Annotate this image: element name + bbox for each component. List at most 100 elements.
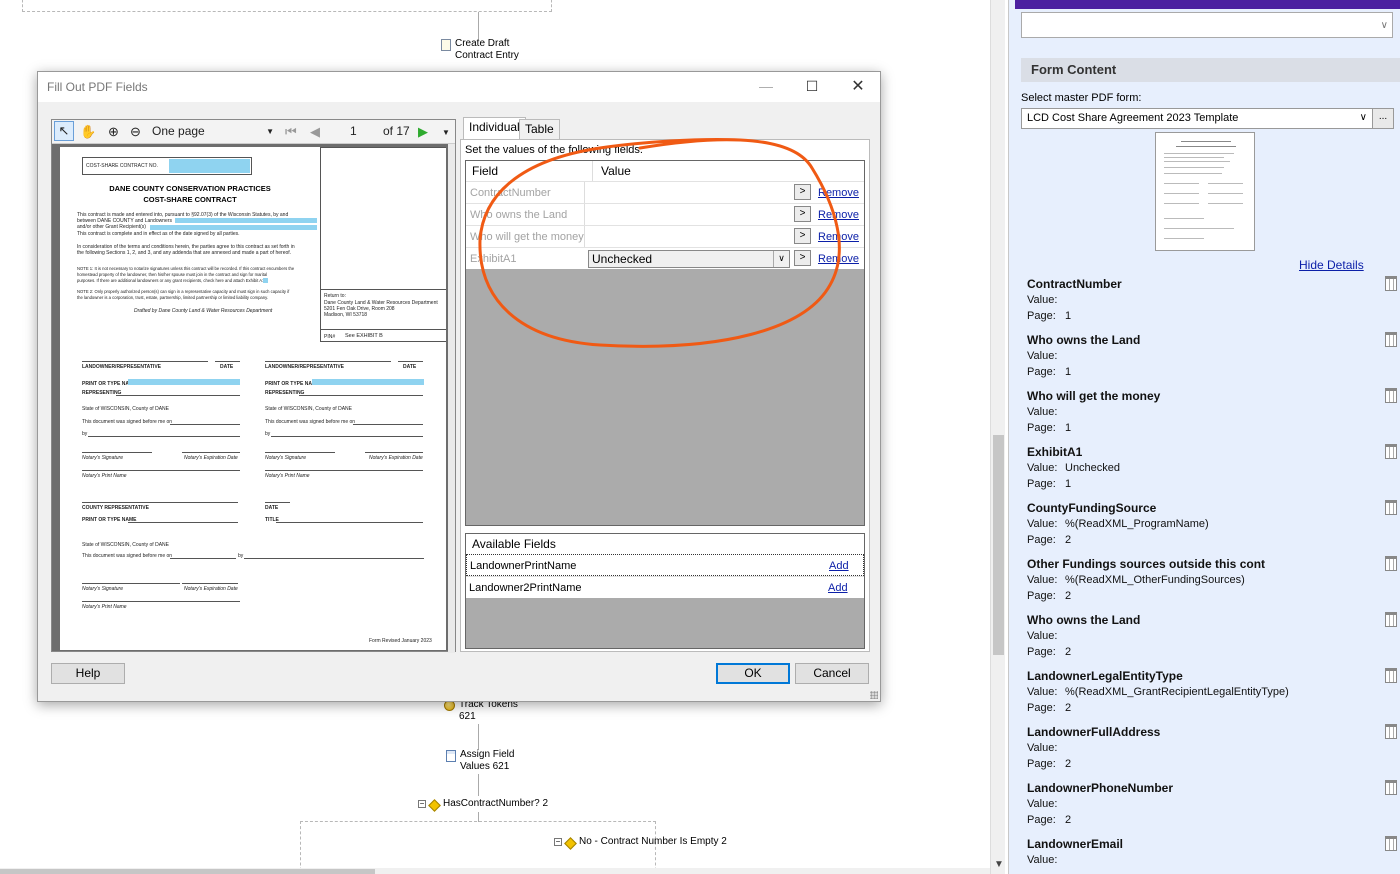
- form-field-entry[interactable]: LandownerPhoneNumber Value: Page: 2: [1027, 780, 1397, 828]
- pdf-field-print-name-2[interactable]: [312, 379, 424, 385]
- help-button[interactable]: Help: [51, 663, 125, 684]
- viewer-scrollbar[interactable]: [448, 144, 455, 653]
- expand-value-button[interactable]: >: [794, 184, 811, 200]
- browse-button[interactable]: ...: [1372, 108, 1394, 129]
- prev-page-icon[interactable]: ◀: [310, 124, 320, 140]
- workflow-node-assign-field[interactable]: Assign Field Values 621: [446, 749, 514, 773]
- workflow-node-has-contract[interactable]: − HasContractNumber? 2: [418, 798, 548, 812]
- grid-row[interactable]: Who owns the Land > Remove: [466, 203, 864, 225]
- pdf-thumbnail[interactable]: [1155, 132, 1255, 251]
- close-icon[interactable]: ✕: [835, 72, 881, 102]
- add-link[interactable]: Add: [829, 560, 849, 572]
- dialog-titlebar: Fill Out PDF Fields — ☐ ✕: [38, 72, 880, 102]
- trash-icon[interactable]: [1385, 556, 1397, 571]
- page-number-input[interactable]: 1: [350, 124, 357, 138]
- scrollbar-thumb[interactable]: [0, 869, 375, 874]
- trash-icon[interactable]: [1385, 724, 1397, 739]
- trash-icon[interactable]: [1385, 836, 1397, 851]
- tab-individual[interactable]: Individual: [463, 117, 526, 139]
- canvas-vertical-scrollbar[interactable]: ▼: [990, 0, 1005, 874]
- trash-icon[interactable]: [1385, 668, 1397, 683]
- minimize-icon[interactable]: —: [743, 72, 789, 102]
- pdf-lo-rep: LANDOWNER/REPRESENTATIVE: [82, 364, 161, 370]
- col-header-field[interactable]: Field: [472, 164, 498, 178]
- available-field-row[interactable]: Landowner2PrintName Add: [466, 576, 864, 598]
- remove-link[interactable]: Remove: [818, 209, 859, 221]
- form-field-entry[interactable]: Who owns the Land Value: Page: 2: [1027, 612, 1397, 660]
- pdf-checkbox-exhibit-a1[interactable]: [263, 278, 268, 283]
- pdf-field-contract-number[interactable]: [169, 159, 250, 173]
- form-field-name: LandownerFullAddress: [1027, 725, 1161, 739]
- pdf-field-print-name-1[interactable]: [128, 379, 240, 385]
- next-page-icon[interactable]: ▶: [418, 124, 428, 140]
- toolbar-overflow-icon[interactable]: ▼: [442, 128, 450, 137]
- grid-value-input[interactable]: [584, 182, 792, 203]
- pan-hand-icon[interactable]: ✋: [80, 124, 96, 140]
- available-fields-grid[interactable]: Available Fields LandownerPrintName Add …: [465, 533, 865, 649]
- connector: [478, 812, 479, 822]
- form-field-entry[interactable]: LandownerLegalEntityType Value: %(ReadXML_…: [1027, 668, 1397, 716]
- canvas-horizontal-scrollbar[interactable]: [0, 868, 990, 874]
- connector: [478, 724, 479, 750]
- pdf-field-grant-recipients[interactable]: [150, 225, 317, 230]
- available-field-row[interactable]: LandownerPrintName Add: [466, 554, 864, 576]
- trash-icon[interactable]: [1385, 444, 1397, 459]
- trash-icon[interactable]: [1385, 612, 1397, 627]
- collapse-toggle[interactable]: −: [418, 800, 426, 808]
- form-field-entry[interactable]: LandownerEmail Value:: [1027, 836, 1397, 868]
- expand-value-button[interactable]: >: [794, 228, 811, 244]
- hide-details-link[interactable]: Hide Details: [1299, 258, 1364, 272]
- zoom-out-icon[interactable]: ⊖: [130, 124, 141, 140]
- form-field-entry[interactable]: LandownerFullAddress Value: Page: 2: [1027, 724, 1397, 772]
- trash-icon[interactable]: [1385, 780, 1397, 795]
- pdf-field-landowners[interactable]: [175, 218, 317, 223]
- page-label: Page:: [1027, 422, 1056, 434]
- form-field-entry[interactable]: Who will get the money Value: Page: 1: [1027, 388, 1397, 436]
- workflow-node-no-contract[interactable]: − No - Contract Number Is Empty 2: [554, 836, 727, 850]
- trash-icon[interactable]: [1385, 388, 1397, 403]
- cancel-button[interactable]: Cancel: [795, 663, 869, 684]
- expand-value-button[interactable]: >: [794, 206, 811, 222]
- form-field-entry[interactable]: ExhibitA1 Value: Unchecked Page: 1: [1027, 444, 1397, 492]
- trash-icon[interactable]: [1385, 332, 1397, 347]
- form-field-entry[interactable]: ContractNumber Value: Page: 1: [1027, 276, 1397, 324]
- form-field-entry[interactable]: Who owns the Land Value: Page: 1: [1027, 332, 1397, 380]
- grid-value-input[interactable]: [584, 204, 792, 225]
- trash-icon[interactable]: [1385, 500, 1397, 515]
- first-page-icon[interactable]: ⏮: [285, 124, 297, 140]
- grid-row[interactable]: ContractNumber > Remove: [466, 181, 864, 203]
- col-header-value[interactable]: Value: [592, 161, 631, 181]
- workflow-node-track-tokens[interactable]: Track Tokens 621: [444, 699, 518, 723]
- tab-table[interactable]: Table: [519, 119, 560, 139]
- add-link[interactable]: Add: [828, 582, 848, 594]
- zoom-in-icon[interactable]: ⊕: [108, 124, 119, 140]
- master-form-select[interactable]: LCD Cost Share Agreement 2023 Template ∨: [1021, 108, 1373, 129]
- remove-link[interactable]: Remove: [818, 187, 859, 199]
- trash-icon[interactable]: [1385, 276, 1397, 291]
- grid-row[interactable]: Who will get the money > Remove: [466, 225, 864, 247]
- scroll-down-icon[interactable]: ▼: [994, 859, 1004, 870]
- expand-value-button[interactable]: >: [794, 250, 811, 266]
- top-combo[interactable]: ∨: [1021, 12, 1393, 38]
- remove-link[interactable]: Remove: [818, 231, 859, 243]
- grid-field-name: ExhibitA1: [470, 253, 517, 265]
- grid-row[interactable]: ExhibitA1 Unchecked ∨ > Remove: [466, 247, 864, 269]
- field-values-grid[interactable]: Field Value ContractNumber > Remove Who …: [465, 160, 865, 526]
- scrollbar-thumb[interactable]: [993, 435, 1004, 655]
- page-count: of 17: [383, 124, 410, 138]
- pdf-contract-no-label: COST-SHARE CONTRACT NO.: [86, 163, 158, 169]
- select-cursor-icon[interactable]: ↖: [54, 121, 74, 141]
- rule: [182, 583, 238, 584]
- form-field-entry[interactable]: Other Fundings sources outside this cont…: [1027, 556, 1397, 604]
- resize-grip-icon[interactable]: [870, 691, 878, 699]
- zoom-mode-select[interactable]: One page ▼: [152, 124, 274, 138]
- remove-link[interactable]: Remove: [818, 253, 859, 265]
- pdf-viewer[interactable]: ↖ ✋ ⊕ ⊖ One page ▼ ⏮ ◀ 1 of 17 ▶ ▼ COST-…: [51, 119, 456, 653]
- maximize-icon[interactable]: ☐: [789, 72, 835, 102]
- form-field-entry[interactable]: CountyFundingSource Value: %(ReadXML_Progr…: [1027, 500, 1397, 548]
- ok-button[interactable]: OK: [716, 663, 790, 684]
- collapse-toggle[interactable]: −: [554, 838, 562, 846]
- grid-value-input[interactable]: [584, 226, 792, 247]
- workflow-node-create-draft[interactable]: Create Draft Contract Entry: [441, 38, 519, 62]
- grid-value-select[interactable]: Unchecked ∨: [588, 250, 790, 268]
